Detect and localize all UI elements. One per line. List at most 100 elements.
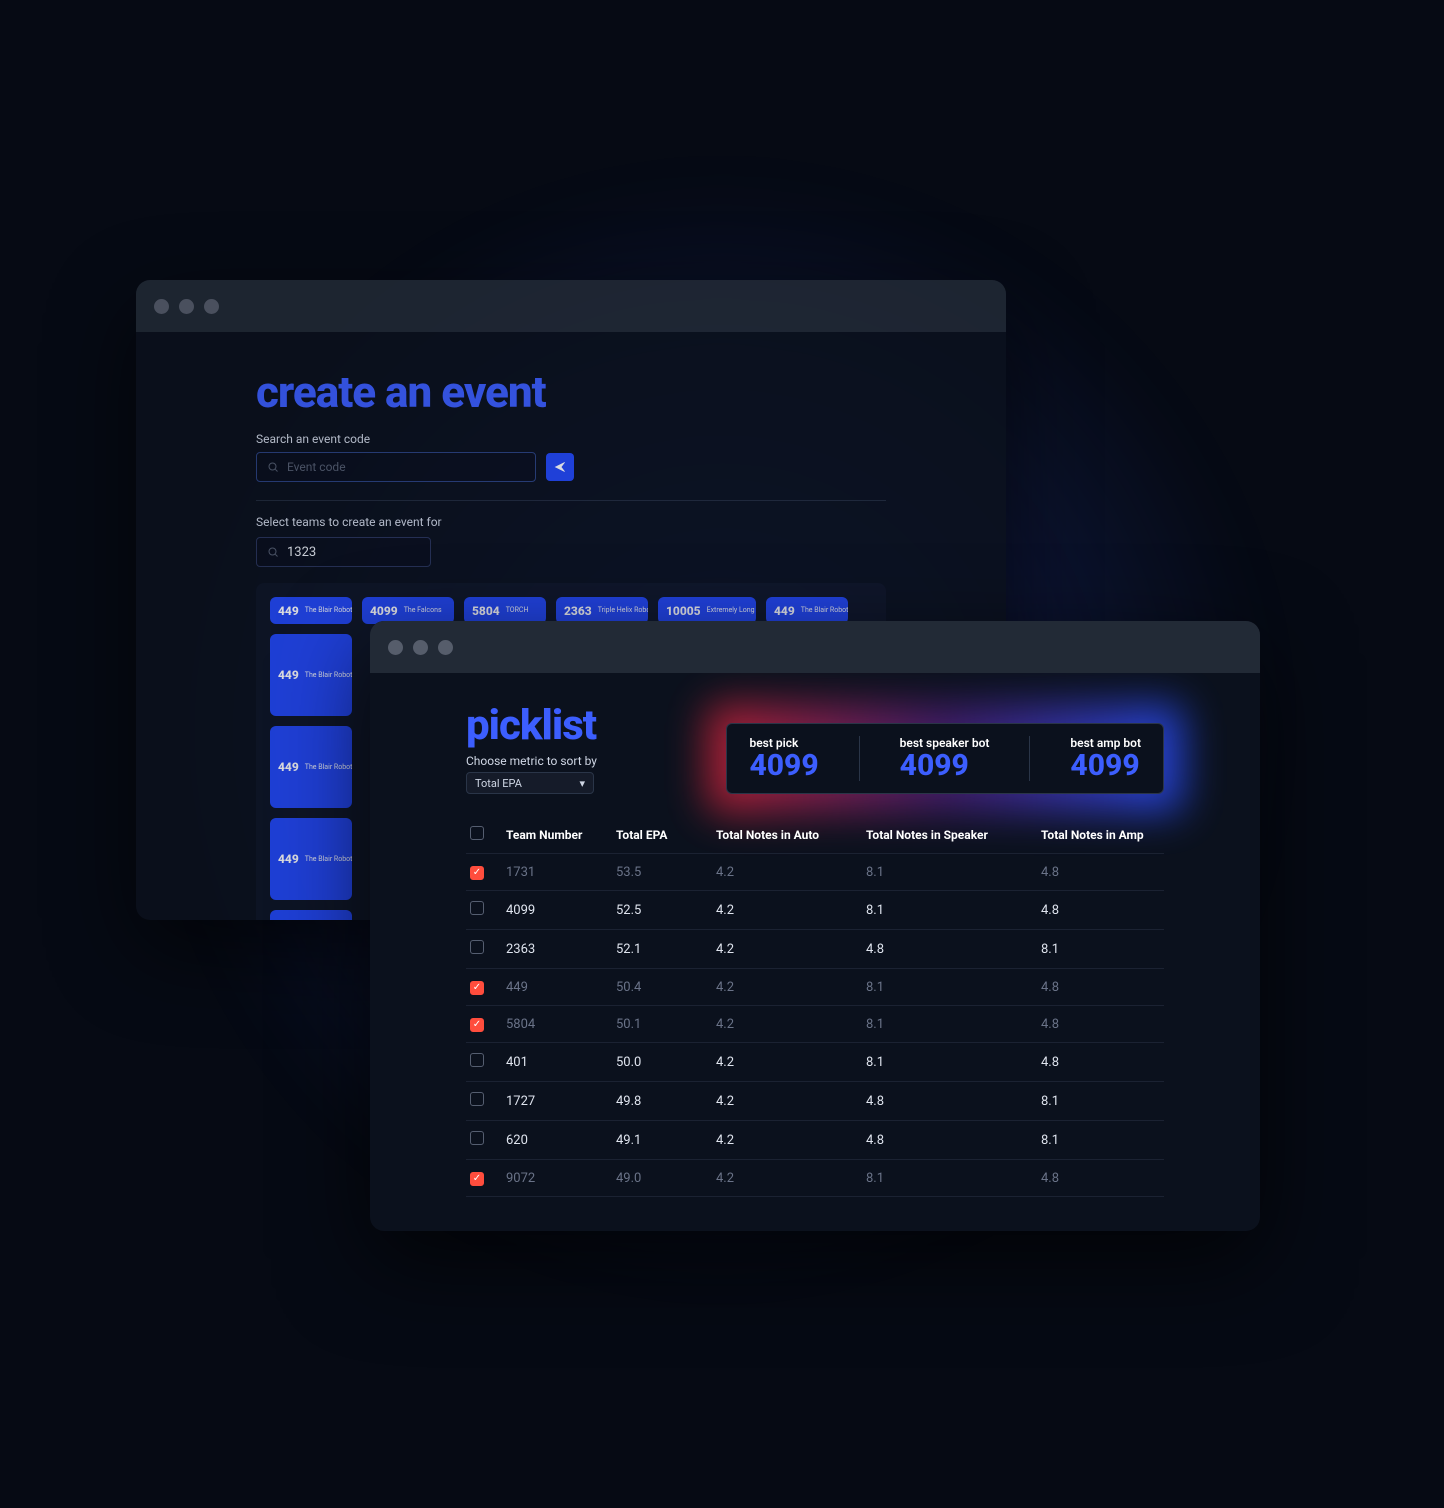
select-teams-label: Select teams to create an event for [256,515,886,529]
row-checkbox[interactable] [470,981,484,995]
traffic-dot[interactable] [413,640,428,655]
team-chip-name: The Falcons [404,607,442,614]
team-chip[interactable]: 449The Blair Robot Project [766,597,848,624]
col-team: Team Number [506,828,616,842]
best-amp-value: 4099 [1070,750,1141,782]
cell-team: 401 [506,1055,616,1070]
team-chip-number: 449 [774,604,795,618]
team-chip[interactable]: 449The Blair Robot Project [270,634,352,716]
separator [859,736,860,782]
table-row[interactable]: 4099 52.5 4.2 8.1 4.8 [466,891,1164,930]
team-chip[interactable]: 449 The Blair Robot Project [270,597,352,624]
team-search-input[interactable]: 1323 [256,537,431,567]
traffic-dot[interactable] [438,640,453,655]
cell-amp: 4.8 [1041,1055,1171,1070]
team-chip[interactable]: 449 The Blair Robot Project [270,726,352,808]
cell-team: 2363 [506,942,616,957]
cell-epa: 52.1 [616,942,716,957]
send-icon [553,460,567,474]
event-code-placeholder: Event code [287,460,346,474]
team-chip[interactable]: 449The Blair Robot Project [270,910,352,920]
table-row[interactable]: 5804 50.1 4.2 8.1 4.8 [466,1006,1164,1043]
select-all-checkbox[interactable] [470,826,484,840]
col-auto: Total Notes in Auto [716,828,866,842]
col-speaker: Total Notes in Speaker [866,828,1041,842]
best-pick-value: 4099 [749,750,818,782]
submit-event-button[interactable] [546,453,574,481]
cell-speaker: 8.1 [866,1055,1041,1070]
row-checkbox[interactable] [470,1053,484,1067]
cell-team: 1727 [506,1094,616,1109]
col-amp: Total Notes in Amp [1041,828,1171,842]
table-row[interactable]: 620 49.1 4.2 4.8 8.1 [466,1121,1164,1160]
team-chip-number: 10005 [666,604,701,618]
team-chip-column: 449The Blair Robot Project449The Blair R… [270,634,352,920]
team-chip-number: 5804 [472,604,500,618]
cell-speaker: 4.8 [866,1094,1041,1109]
cell-auto: 4.2 [716,1133,866,1148]
traffic-dot[interactable] [154,299,169,314]
cell-auto: 4.2 [716,865,866,880]
best-picks-panel: best pick 4099 best speaker bot 4099 bes… [726,723,1164,795]
divider [256,500,886,501]
chevron-down-icon: ▾ [579,777,585,790]
cell-team: 9072 [506,1171,616,1186]
cell-amp: 8.1 [1041,1094,1171,1109]
separator [1029,736,1030,782]
table-row[interactable]: 2363 52.1 4.2 4.8 8.1 [466,930,1164,969]
row-checkbox[interactable] [470,1018,484,1032]
team-chip-number: 449 [278,852,299,866]
metric-selected-value: Total EPA [475,777,522,790]
table-row[interactable]: 449 50.4 4.2 8.1 4.8 [466,969,1164,1006]
cell-auto: 4.2 [716,1094,866,1109]
team-chip-row: 449 The Blair Robot Project 4099 The Falcon… [270,597,872,624]
team-chip-number: 4099 [370,604,398,618]
team-chip[interactable]: 2363Triple Helix Robotics [556,597,648,624]
table-row[interactable]: 401 50.0 4.2 8.1 4.8 [466,1043,1164,1082]
cell-epa: 50.0 [616,1055,716,1070]
cell-auto: 4.2 [716,1055,866,1070]
titlebar [136,280,1006,332]
table-row[interactable]: 1727 49.8 4.2 4.8 8.1 [466,1082,1164,1121]
cell-team: 4099 [506,903,616,918]
team-chip[interactable]: 449The Blair Robot Project [270,818,352,900]
metric-select[interactable]: Total EPA ▾ [466,772,594,794]
team-chip-name: The Blair Robot Project [305,764,352,771]
metric-label: Choose metric to sort by [466,754,597,768]
team-chip[interactable]: 5804TORCH [464,597,546,624]
cell-team: 620 [506,1133,616,1148]
traffic-dot[interactable] [204,299,219,314]
cell-speaker: 8.1 [866,1171,1041,1186]
event-code-label: Search an event code [256,432,886,446]
cell-amp: 4.8 [1041,903,1171,918]
cell-auto: 4.2 [716,980,866,995]
row-checkbox[interactable] [470,1092,484,1106]
window-picklist: picklist Choose metric to sort by Total … [370,621,1260,1231]
cell-team: 449 [506,980,616,995]
table-row[interactable]: 1731 53.5 4.2 8.1 4.8 [466,854,1164,891]
cell-speaker: 8.1 [866,865,1041,880]
event-code-input[interactable]: Event code [256,452,536,482]
cell-amp: 4.8 [1041,980,1171,995]
table-row[interactable]: 9072 49.0 4.2 8.1 4.8 [466,1160,1164,1197]
team-chip-number: 449 [278,668,299,682]
cell-amp: 4.8 [1041,1171,1171,1186]
row-checkbox[interactable] [470,1131,484,1145]
team-chip-number: 449 [278,760,299,774]
team-chip-number: 449 [278,604,299,618]
cell-auto: 4.2 [716,942,866,957]
cell-epa: 50.1 [616,1017,716,1032]
team-chip-name: The Blair Robot Project [305,607,352,614]
titlebar [370,621,1260,673]
row-checkbox[interactable] [470,901,484,915]
team-chip[interactable]: 4099 The Falcons [362,597,454,624]
best-speaker-value: 4099 [900,750,990,782]
traffic-dot[interactable] [179,299,194,314]
row-checkbox[interactable] [470,866,484,880]
team-chip[interactable]: 10005Extremely Long Team Name [658,597,756,624]
row-checkbox[interactable] [470,940,484,954]
row-checkbox[interactable] [470,1172,484,1186]
cell-amp: 8.1 [1041,1133,1171,1148]
traffic-dot[interactable] [388,640,403,655]
table-header: Team Number Total EPA Total Notes in Aut… [466,816,1164,854]
